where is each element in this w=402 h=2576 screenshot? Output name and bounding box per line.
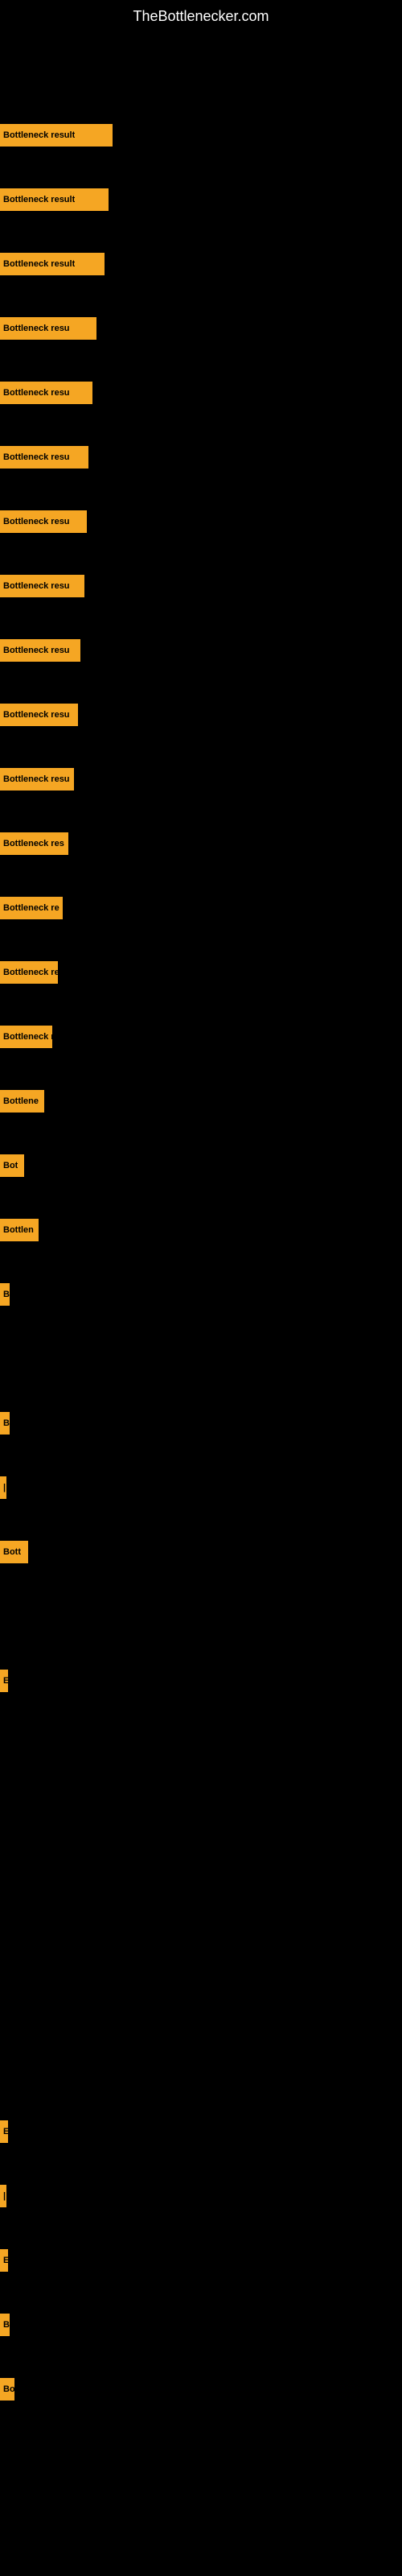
bar-row-3: Bottleneck resu [0,312,402,345]
bottleneck-bar-14[interactable]: Bottleneck re [0,1026,52,1048]
bottleneck-bar-18[interactable]: B [0,1283,10,1306]
bottleneck-bar-26[interactable]: B [0,2314,10,2336]
bottleneck-bar-3[interactable]: Bottleneck resu [0,317,96,340]
bottleneck-label-19: B [3,1418,10,1428]
bottleneck-label-14: Bottleneck re [3,1032,52,1042]
bar-row-16: Bot [0,1150,402,1182]
bar-row-22: E [0,1665,402,1697]
bottleneck-label-12: Bottleneck re [3,903,59,913]
bar-row-26: B [0,2309,402,2341]
bottleneck-bar-0[interactable]: Bottleneck result [0,124,113,147]
bottleneck-bar-21[interactable]: Bott [0,1541,28,1563]
bottleneck-bar-15[interactable]: Bottlene [0,1090,44,1113]
bar-row-17: Bottlen [0,1214,402,1246]
bar-row-5: Bottleneck resu [0,441,402,473]
bar-row-12: Bottleneck re [0,892,402,924]
bottleneck-label-15: Bottlene [3,1096,39,1106]
bottleneck-bar-16[interactable]: Bot [0,1154,24,1177]
bottleneck-label-5: Bottleneck resu [3,452,70,462]
bottleneck-bar-8[interactable]: Bottleneck resu [0,639,80,662]
site-title: TheBottlenecker.com [0,0,402,29]
bottleneck-bar-10[interactable]: Bottleneck resu [0,768,74,791]
bar-row-2: Bottleneck result [0,248,402,280]
bottleneck-bar-12[interactable]: Bottleneck re [0,897,63,919]
bar-row-14: Bottleneck re [0,1021,402,1053]
bottleneck-label-17: Bottlen [3,1225,34,1235]
bottleneck-label-26: B [3,2320,10,2330]
bar-row-8: Bottleneck resu [0,634,402,667]
bar-row-11: Bottleneck res [0,828,402,860]
bottleneck-label-13: Bottleneck re [3,968,58,977]
bottleneck-bar-5[interactable]: Bottleneck resu [0,446,88,469]
bottleneck-bar-17[interactable]: Bottlen [0,1219,39,1241]
bottleneck-label-25: E [3,2256,8,2265]
bar-row-0: Bottleneck result [0,119,402,151]
bottleneck-bar-1[interactable]: Bottleneck result [0,188,109,211]
bottleneck-label-18: B [3,1290,10,1299]
bottleneck-label-6: Bottleneck resu [3,517,70,526]
bottleneck-label-10: Bottleneck resu [3,774,70,784]
bottleneck-bar-20[interactable]: | [0,1476,6,1499]
bottleneck-label-11: Bottleneck res [3,839,64,848]
bar-row-24: | [0,2180,402,2212]
bottleneck-label-0: Bottleneck result [3,130,75,140]
bottleneck-label-20: | [3,1483,6,1492]
bottleneck-label-9: Bottleneck resu [3,710,70,720]
bottleneck-bar-9[interactable]: Bottleneck resu [0,704,78,726]
bottleneck-label-8: Bottleneck resu [3,646,70,655]
bar-row-10: Bottleneck resu [0,763,402,795]
bar-row-9: Bottleneck resu [0,699,402,731]
bar-row-6: Bottleneck resu [0,506,402,538]
bottleneck-label-16: Bot [3,1161,18,1170]
bottleneck-bar-22[interactable]: E [0,1670,8,1692]
bottleneck-bar-11[interactable]: Bottleneck res [0,832,68,855]
bottleneck-label-4: Bottleneck resu [3,388,70,398]
bar-row-1: Bottleneck result [0,184,402,216]
bottleneck-bar-19[interactable]: B [0,1412,10,1435]
bottleneck-bar-7[interactable]: Bottleneck resu [0,575,84,597]
bottleneck-bar-6[interactable]: Bottleneck resu [0,510,87,533]
bottleneck-label-3: Bottleneck resu [3,324,70,333]
bottleneck-label-7: Bottleneck resu [3,581,70,591]
bottleneck-label-27: Bo [3,2384,14,2394]
bar-row-19: B [0,1407,402,1439]
bottleneck-label-1: Bottleneck result [3,195,75,204]
bottleneck-bar-27[interactable]: Bo [0,2378,14,2401]
bottleneck-bar-2[interactable]: Bottleneck result [0,253,105,275]
bottleneck-label-21: Bott [3,1547,21,1557]
bottleneck-bar-23[interactable]: E [0,2120,8,2143]
bottleneck-bar-25[interactable]: E [0,2249,8,2272]
bottleneck-bar-24[interactable]: | [0,2185,6,2207]
bar-row-13: Bottleneck re [0,956,402,989]
bar-row-20: | [0,1472,402,1504]
bar-row-15: Bottlene [0,1085,402,1117]
bottleneck-label-24: | [3,2191,6,2201]
bar-row-25: E [0,2244,402,2277]
bottleneck-label-22: E [3,1676,8,1686]
bottleneck-label-2: Bottleneck result [3,259,75,269]
bar-row-18: B [0,1278,402,1311]
bar-row-23: E [0,2116,402,2148]
bar-row-21: Bott [0,1536,402,1568]
bar-row-7: Bottleneck resu [0,570,402,602]
bottleneck-bar-13[interactable]: Bottleneck re [0,961,58,984]
bar-row-4: Bottleneck resu [0,377,402,409]
bar-row-27: Bo [0,2373,402,2405]
bottleneck-label-23: E [3,2127,8,2136]
bottleneck-bar-4[interactable]: Bottleneck resu [0,382,92,404]
